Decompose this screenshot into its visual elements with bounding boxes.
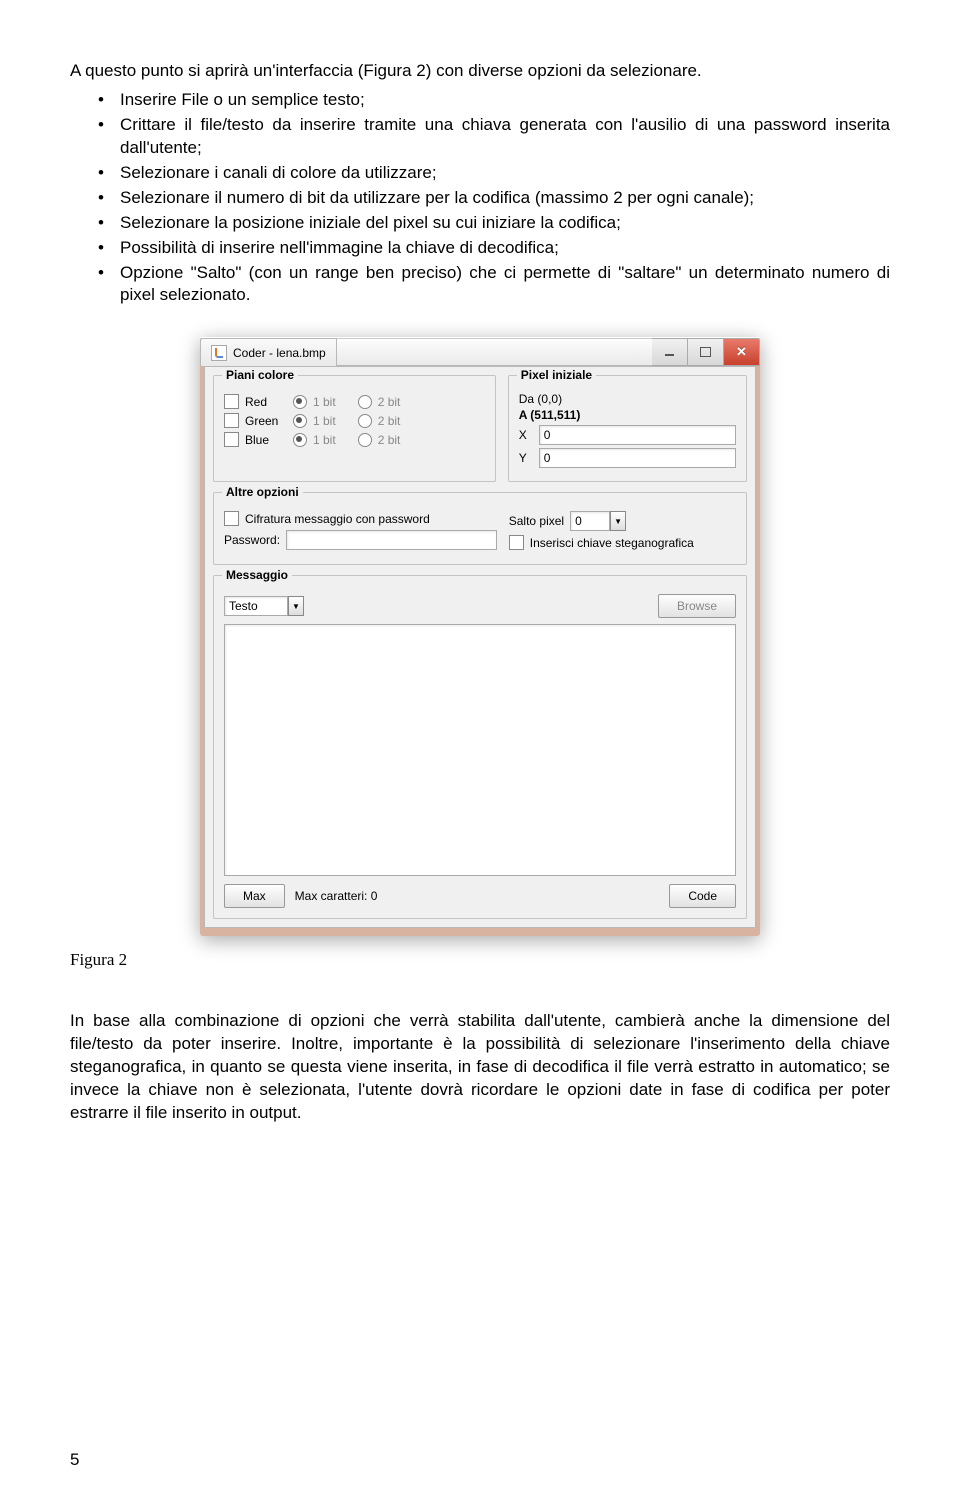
label-red-2bit: 2 bit	[378, 395, 401, 409]
label-green-2bit: 2 bit	[378, 414, 401, 428]
checkbox-cifratura[interactable]	[224, 511, 239, 526]
label-blue-1bit: 1 bit	[313, 433, 336, 447]
list-item: Opzione "Salto" (con un range ben precis…	[70, 262, 890, 308]
label-password: Password:	[224, 533, 280, 547]
outro-paragraph: In base alla combinazione di opzioni che…	[70, 1010, 890, 1125]
radio-red-2bit[interactable]	[358, 395, 372, 409]
radio-blue-1bit[interactable]	[293, 433, 307, 447]
max-button[interactable]: Max	[224, 884, 285, 908]
y-label: Y	[519, 451, 533, 465]
radio-green-2bit[interactable]	[358, 414, 372, 428]
radio-green-1bit[interactable]	[293, 414, 307, 428]
maxchar-label: Max caratteri: 0	[295, 889, 378, 903]
checkbox-blue[interactable]	[224, 432, 239, 447]
checkbox-red[interactable]	[224, 394, 239, 409]
intro-paragraph: A questo punto si aprirà un'interfaccia …	[70, 60, 890, 83]
list-item: Selezionare i canali di colore da utiliz…	[70, 162, 890, 185]
options-list: Inserire File o un semplice testo; Critt…	[70, 89, 890, 307]
label-steg: Inserisci chiave steganografica	[530, 536, 694, 550]
radio-blue-2bit[interactable]	[358, 433, 372, 447]
group-piani-legend: Piani colore	[222, 368, 298, 382]
close-button[interactable]	[724, 338, 760, 366]
checkbox-steg[interactable]	[509, 535, 524, 550]
java-icon	[211, 345, 227, 361]
group-pixel-legend: Pixel iniziale	[517, 368, 596, 382]
label-salto: Salto pixel	[509, 514, 564, 528]
message-textarea[interactable]	[224, 624, 736, 876]
x-input[interactable]	[539, 425, 736, 445]
list-item: Inserire File o un semplice testo;	[70, 89, 890, 112]
label-cifratura: Cifratura messaggio con password	[245, 512, 430, 526]
figure-caption: Figura 2	[70, 950, 890, 970]
maximize-button[interactable]	[688, 338, 724, 366]
salto-dropdown-icon[interactable]: ▼	[610, 511, 626, 531]
mode-dropdown-icon[interactable]: ▼	[288, 596, 304, 616]
label-green-1bit: 1 bit	[313, 414, 336, 428]
mode-select[interactable]	[224, 596, 288, 616]
list-item: Selezionare il numero di bit da utilizza…	[70, 187, 890, 210]
y-input[interactable]	[539, 448, 736, 468]
pixel-from-label: Da (0,0)	[519, 392, 736, 406]
minimize-button[interactable]	[652, 338, 688, 366]
list-item: Crittare il file/testo da inserire trami…	[70, 114, 890, 160]
list-item: Possibilità di inserire nell'immagine la…	[70, 237, 890, 260]
password-input[interactable]	[286, 530, 497, 550]
code-button[interactable]: Code	[669, 884, 736, 908]
pixel-to-label: A (511,511)	[519, 408, 736, 422]
titlebar-fill	[337, 338, 652, 366]
list-item: Selezionare la posizione iniziale del pi…	[70, 212, 890, 235]
label-blue: Blue	[245, 433, 287, 447]
window-title: Coder - lena.bmp	[233, 346, 326, 360]
checkbox-green[interactable]	[224, 413, 239, 428]
label-red: Red	[245, 395, 287, 409]
page-number: 5	[70, 1450, 79, 1470]
label-blue-2bit: 2 bit	[378, 433, 401, 447]
group-altre-legend: Altre opzioni	[222, 485, 303, 499]
coder-window: Coder - lena.bmp Piani colore Red 1 bi	[200, 337, 760, 936]
browse-button[interactable]: Browse	[658, 594, 736, 618]
window-title-tab: Coder - lena.bmp	[200, 338, 337, 366]
label-green: Green	[245, 414, 287, 428]
x-label: X	[519, 428, 533, 442]
radio-red-1bit[interactable]	[293, 395, 307, 409]
group-msg-legend: Messaggio	[222, 568, 292, 582]
salto-input[interactable]	[570, 511, 610, 531]
label-red-1bit: 1 bit	[313, 395, 336, 409]
